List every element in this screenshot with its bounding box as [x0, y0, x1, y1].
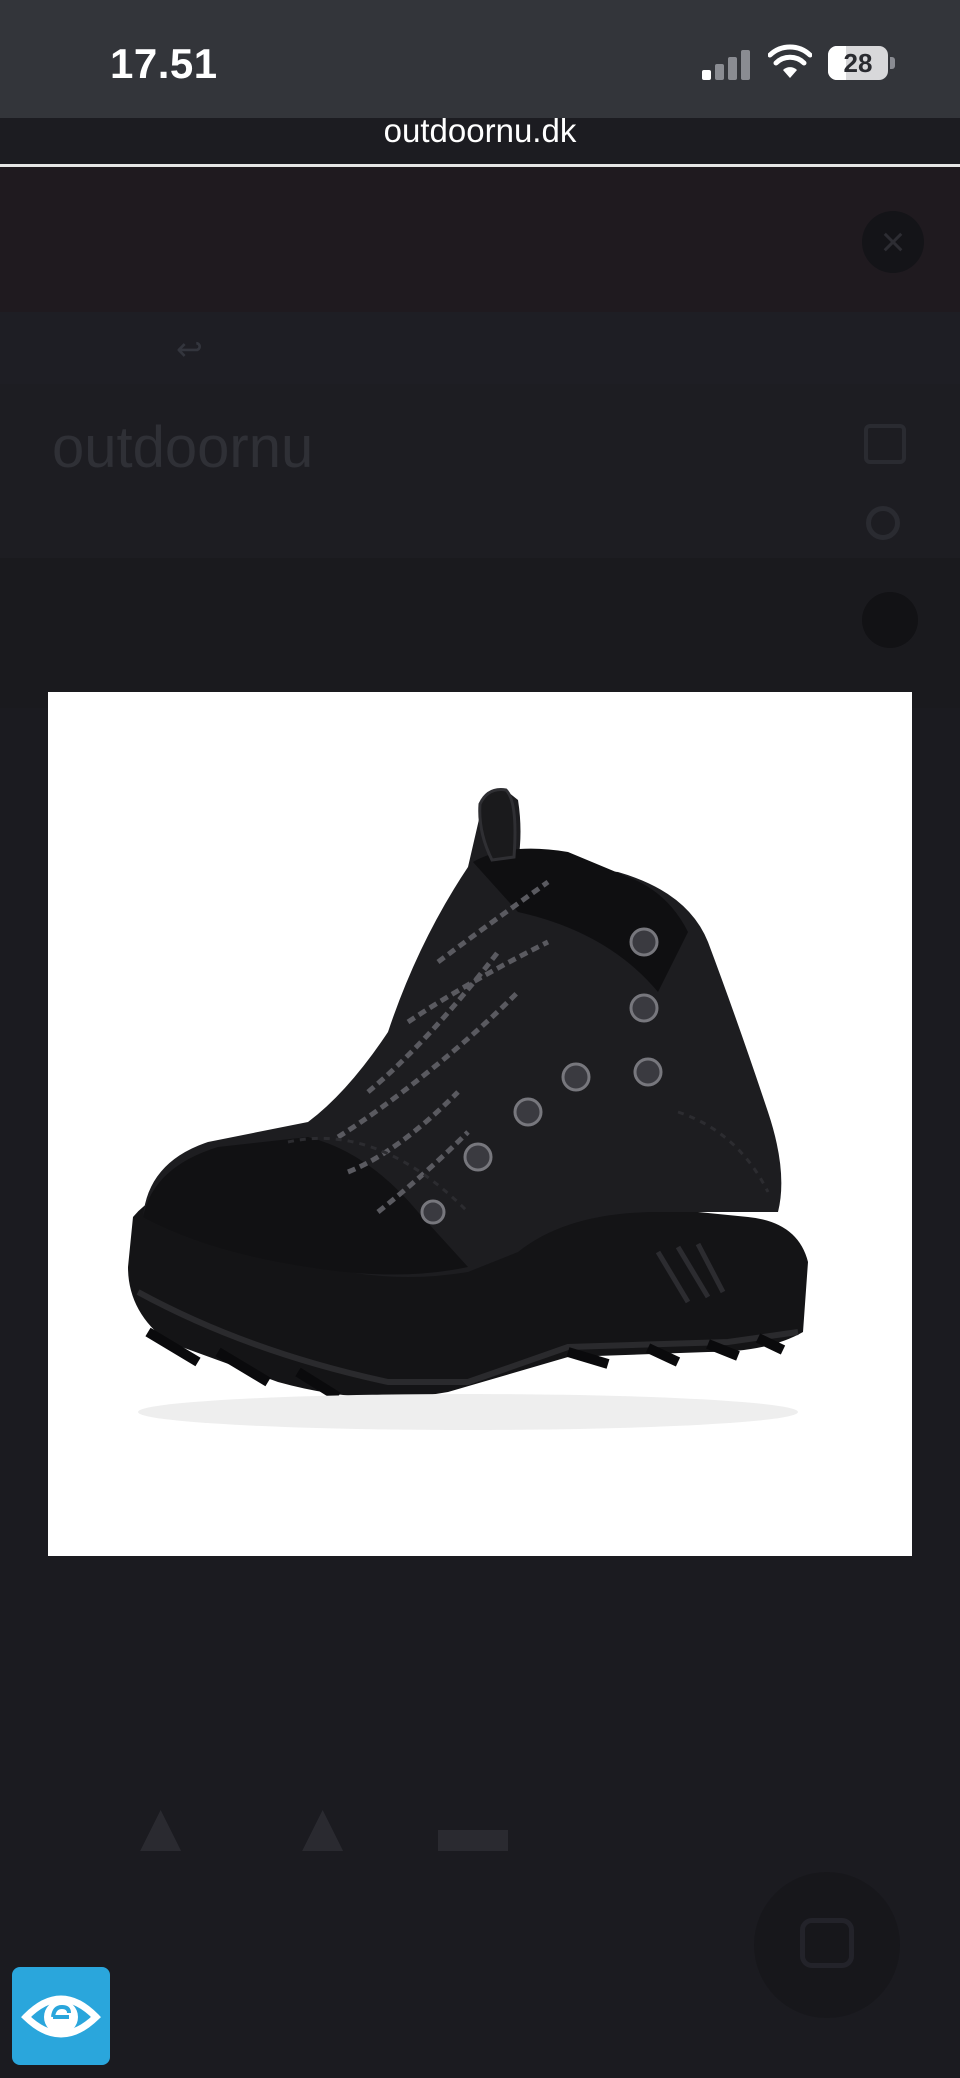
check-icon — [862, 592, 918, 648]
cart-icon[interactable] — [864, 424, 906, 464]
address-bar-url[interactable]: outdoornu.dk — [0, 112, 960, 150]
battery-icon: 28 — [828, 46, 888, 80]
cellular-signal-icon — [702, 48, 750, 80]
battery-level: 28 — [843, 48, 873, 78]
thumbnail-1[interactable]: ▲ — [126, 1787, 195, 1867]
eye-icon — [21, 1995, 101, 2038]
back-arrow-icon: ↩ — [176, 331, 203, 367]
banner-close-icon[interactable]: × — [862, 211, 924, 273]
reset-row: ↩ — [0, 312, 960, 384]
status-time: 17.51 — [110, 40, 218, 87]
promo-banner: × — [0, 167, 960, 312]
usp-bar — [0, 558, 960, 708]
site-header: outdoornu — [0, 384, 960, 558]
product-image-boot — [128, 788, 808, 1430]
thumbnail-strip: ▲ ▲ ▬ — [0, 1777, 960, 1877]
chat-icon — [800, 1918, 854, 1968]
wifi-icon — [768, 44, 812, 78]
battery-tip — [890, 57, 895, 69]
image-lightbox[interactable] — [48, 692, 912, 1556]
site-logo[interactable]: outdoornu — [52, 414, 313, 481]
status-bar: 17.51 28 outdoornu.dk — [0, 0, 960, 149]
search-icon[interactable] — [866, 506, 900, 540]
thumbnail-2[interactable]: ▲ — [288, 1787, 357, 1867]
chat-button[interactable] — [754, 1872, 900, 2018]
thumbnail-3[interactable]: ▬ — [438, 1787, 508, 1867]
accessibility-widget-button[interactable] — [12, 1967, 110, 2065]
